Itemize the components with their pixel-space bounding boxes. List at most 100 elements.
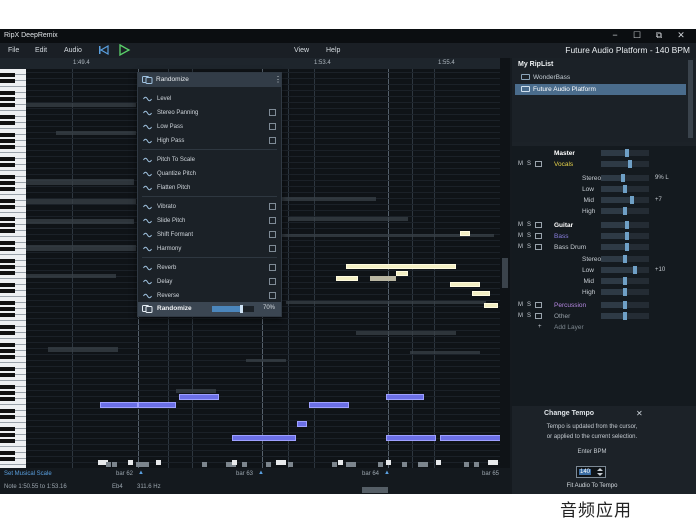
scroll-thumb[interactable] bbox=[502, 258, 508, 288]
fader-knob[interactable] bbox=[625, 243, 630, 251]
bass-note[interactable] bbox=[440, 435, 500, 441]
randomize-header[interactable]: Randomize ⋮ bbox=[138, 73, 282, 87]
randomize-option[interactable]: Quantize Pitch bbox=[138, 168, 281, 180]
piano-black-key[interactable] bbox=[0, 385, 15, 389]
piano-black-key[interactable] bbox=[0, 367, 15, 371]
fader-knob[interactable] bbox=[623, 277, 627, 285]
piano-black-key[interactable] bbox=[0, 241, 15, 245]
piano-black-key[interactable] bbox=[0, 103, 15, 107]
fader-knob[interactable] bbox=[625, 232, 630, 240]
menu-help[interactable]: Help bbox=[326, 47, 340, 54]
option-toggle-icon[interactable] bbox=[269, 109, 276, 116]
piano-black-key[interactable] bbox=[0, 409, 15, 413]
randomize-option[interactable]: Vibrato bbox=[138, 201, 281, 213]
fader-knob[interactable] bbox=[630, 196, 635, 204]
piano-black-key[interactable] bbox=[0, 139, 15, 143]
marker-icon[interactable]: ▲ bbox=[258, 470, 264, 476]
piano-black-key[interactable] bbox=[0, 97, 15, 101]
stepper-icon[interactable] bbox=[597, 468, 603, 476]
maximize-button[interactable]: ☐ bbox=[630, 30, 644, 41]
option-toggle-icon[interactable] bbox=[269, 245, 276, 252]
option-toggle-icon[interactable] bbox=[269, 292, 276, 299]
riplist-item[interactable]: WonderBass bbox=[515, 72, 686, 83]
minimize-button[interactable]: − bbox=[608, 30, 622, 40]
mixer-fader[interactable] bbox=[601, 207, 649, 215]
piano-black-key[interactable] bbox=[0, 121, 15, 125]
fader-knob[interactable] bbox=[632, 266, 637, 274]
bass-note[interactable] bbox=[297, 421, 307, 427]
marker-icon[interactable]: ▲ bbox=[138, 470, 144, 476]
piano-black-key[interactable] bbox=[0, 259, 15, 263]
mixer-fader[interactable] bbox=[601, 221, 649, 229]
solo-button[interactable]: S bbox=[527, 161, 531, 167]
randomize-amount-slider[interactable] bbox=[212, 305, 254, 313]
menu-edit[interactable]: Edit bbox=[35, 47, 47, 54]
piano-black-key[interactable] bbox=[0, 415, 15, 419]
option-toggle-icon[interactable] bbox=[269, 231, 276, 238]
piano-black-key[interactable] bbox=[0, 205, 15, 209]
piano-black-key[interactable] bbox=[0, 223, 15, 227]
bpm-input[interactable]: 140 bbox=[576, 466, 606, 478]
vocal-note[interactable] bbox=[460, 231, 470, 236]
restore-button[interactable]: ⧉ bbox=[652, 30, 666, 41]
piano-black-key[interactable] bbox=[0, 187, 15, 191]
menu-audio[interactable]: Audio bbox=[64, 47, 82, 54]
piano-black-key[interactable] bbox=[0, 283, 15, 287]
randomize-option[interactable]: Low Pass bbox=[138, 121, 281, 133]
piano-black-key[interactable] bbox=[0, 331, 15, 335]
mixer-fader[interactable] bbox=[601, 277, 649, 285]
option-toggle-icon[interactable] bbox=[269, 203, 276, 210]
piano-black-key[interactable] bbox=[0, 265, 15, 269]
vocal-note[interactable] bbox=[346, 264, 456, 269]
mixer-fader[interactable] bbox=[601, 255, 649, 263]
option-toggle-icon[interactable] bbox=[269, 137, 276, 144]
option-toggle-icon[interactable] bbox=[269, 278, 276, 285]
mute-button[interactable]: M bbox=[518, 161, 523, 167]
bass-note[interactable] bbox=[386, 394, 424, 400]
piano-black-key[interactable] bbox=[0, 397, 15, 401]
fader-knob[interactable] bbox=[623, 301, 627, 309]
skip-back-icon[interactable] bbox=[97, 44, 111, 56]
piano-keyboard[interactable] bbox=[0, 69, 26, 468]
solo-button[interactable]: S bbox=[527, 302, 531, 308]
option-toggle-icon[interactable] bbox=[269, 217, 276, 224]
mixer-fader[interactable] bbox=[601, 288, 649, 296]
piano-black-key[interactable] bbox=[0, 133, 15, 137]
mixer-fader[interactable] bbox=[601, 312, 649, 320]
piano-black-key[interactable] bbox=[0, 301, 15, 305]
piano-black-key[interactable] bbox=[0, 349, 15, 353]
mixer-fader[interactable] bbox=[601, 266, 649, 274]
piano-black-key[interactable] bbox=[0, 325, 15, 329]
lock-icon[interactable] bbox=[535, 302, 542, 308]
vertical-scrollbar[interactable] bbox=[500, 58, 510, 468]
piano-black-key[interactable] bbox=[0, 157, 15, 161]
lock-icon[interactable] bbox=[535, 161, 542, 167]
randomize-option[interactable]: Level bbox=[138, 93, 281, 105]
fit-to-tempo-button[interactable]: Fit Audio To Tempo bbox=[532, 483, 652, 489]
piano-black-key[interactable] bbox=[0, 355, 15, 359]
piano-black-key[interactable] bbox=[0, 199, 15, 203]
mute-button[interactable]: M bbox=[518, 313, 523, 319]
randomize-option[interactable]: Reverse bbox=[138, 290, 281, 302]
randomize-option[interactable]: Reverb bbox=[138, 262, 281, 274]
piano-black-key[interactable] bbox=[0, 79, 15, 83]
piano-black-key[interactable] bbox=[0, 289, 15, 293]
piano-black-key[interactable] bbox=[0, 433, 15, 437]
randomize-option[interactable]: Slide Pitch bbox=[138, 215, 281, 227]
vocal-note[interactable] bbox=[396, 271, 408, 276]
solo-button[interactable]: S bbox=[527, 313, 531, 319]
fader-knob[interactable] bbox=[623, 255, 627, 263]
fader-knob[interactable] bbox=[625, 149, 630, 157]
vocal-note[interactable] bbox=[484, 303, 498, 308]
bass-note[interactable] bbox=[386, 435, 436, 441]
play-icon[interactable] bbox=[117, 44, 131, 56]
vocal-note[interactable] bbox=[450, 282, 480, 287]
piano-black-key[interactable] bbox=[0, 115, 15, 119]
piano-black-key[interactable] bbox=[0, 91, 15, 95]
vocal-note[interactable] bbox=[472, 291, 490, 296]
mixer-fader[interactable] bbox=[601, 196, 649, 204]
option-toggle-icon[interactable] bbox=[269, 264, 276, 271]
bass-note[interactable] bbox=[100, 402, 138, 408]
riplist-item-selected[interactable]: Future Audio Platform bbox=[515, 84, 686, 95]
marker-icon[interactable]: ▲ bbox=[384, 470, 390, 476]
